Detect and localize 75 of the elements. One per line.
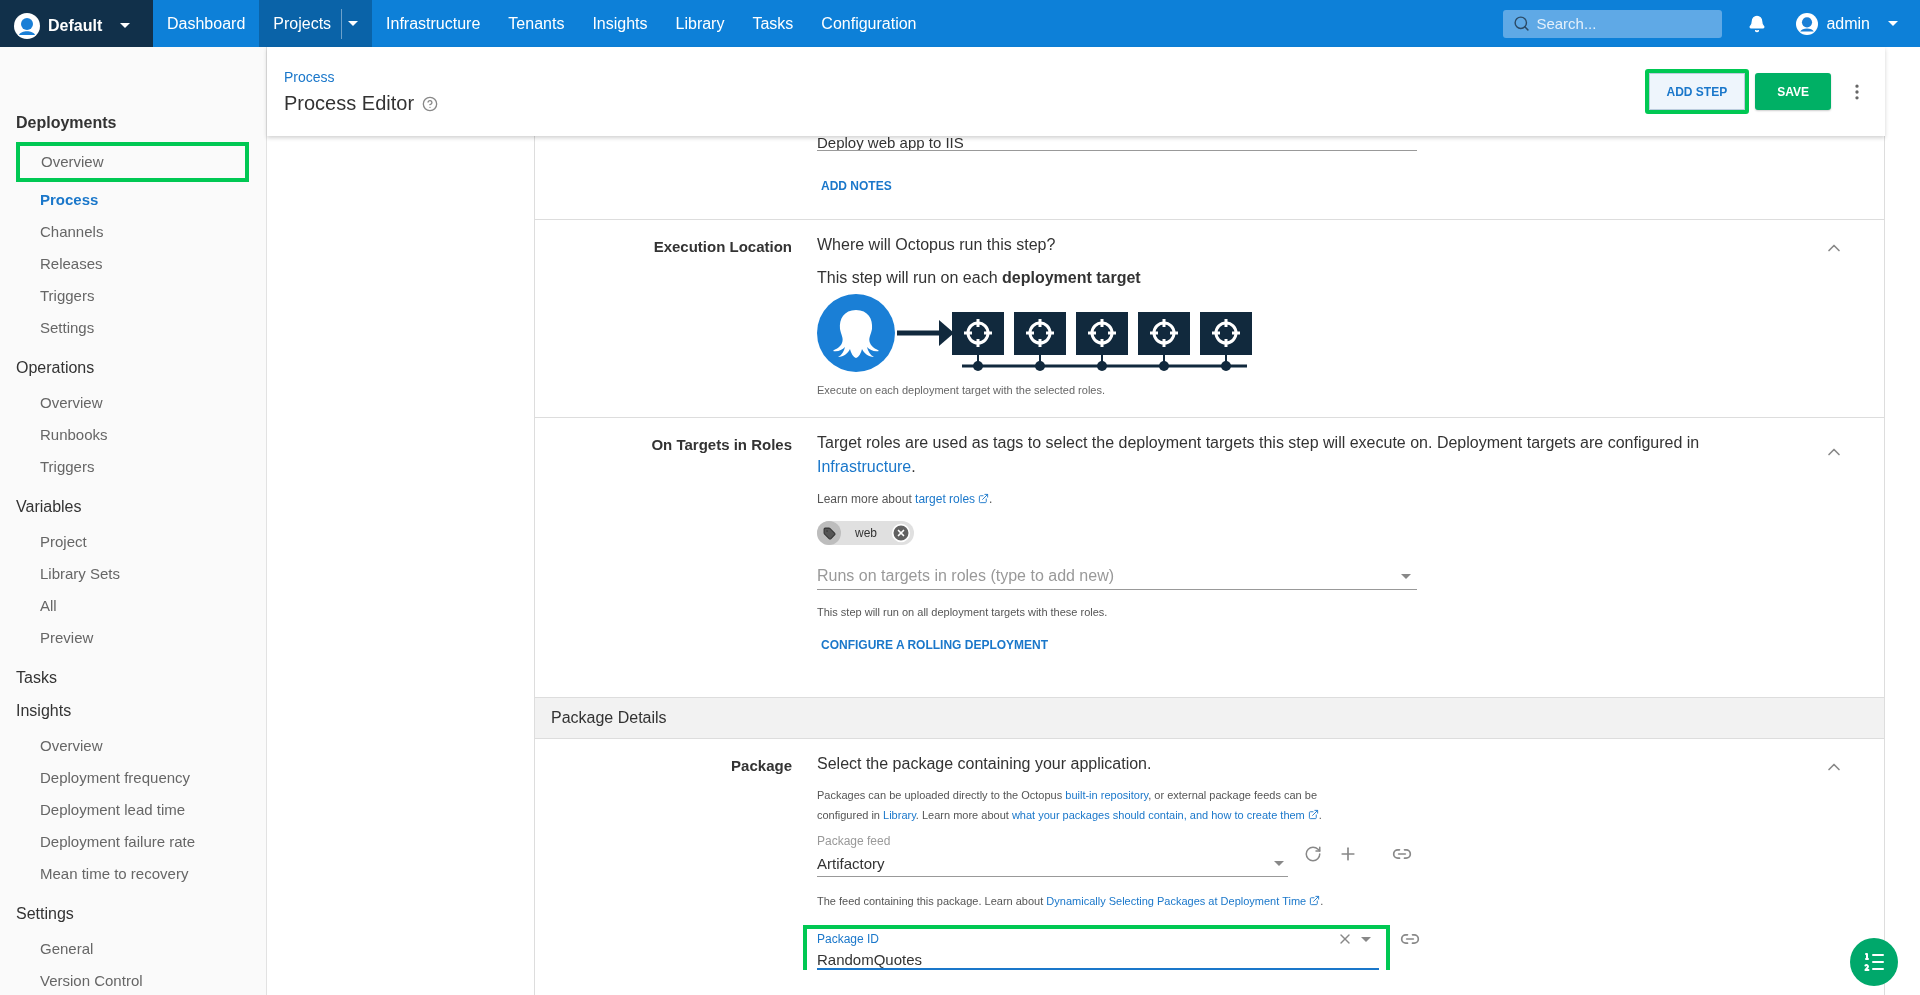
sidebar-item[interactable]: Settings [16, 312, 95, 344]
section-question: Select the package containing your application. [817, 755, 1152, 773]
external-link-icon[interactable] [978, 493, 990, 504]
nav-tab[interactable]: Dashboard [153, 0, 260, 47]
nav-tab[interactable]: Tasks [738, 0, 808, 47]
external-link-icon[interactable] [1309, 895, 1321, 906]
sidebar-item[interactable]: All [16, 590, 57, 622]
link[interactable]: what your packages should contain, and how to create them [1011, 809, 1305, 821]
summary-text: This step will run on each deployment target [817, 268, 1141, 288]
sidebar-item[interactable]: Triggers [16, 280, 95, 312]
nav-tab[interactable]: Library [661, 0, 739, 47]
sidebar-item[interactable]: Overview [16, 387, 103, 419]
section-label: Package [730, 756, 793, 776]
refresh-icon[interactable] [1304, 845, 1322, 863]
section-header: Package Details [535, 698, 1884, 739]
sidebar-item[interactable]: Mean time to recovery [16, 858, 189, 890]
search-icon [1513, 15, 1531, 32]
sidebar-item[interactable]: General [16, 933, 94, 965]
user-avatar-icon [14, 12, 40, 39]
remove-icon[interactable] [891, 523, 911, 543]
sidebar-heading: Insights [16, 702, 73, 720]
nav-tab[interactable]: Insights [578, 0, 662, 47]
rolling-deployment-link[interactable]: CONFIGURE A ROLLING DEPLOYMENT [817, 638, 1053, 652]
sidebar-item[interactable]: Runbooks [16, 419, 108, 451]
notifications-icon[interactable] [1748, 14, 1767, 33]
user-menu[interactable]: admin [1796, 12, 1898, 35]
breadcrumb-link[interactable]: Process [284, 69, 335, 85]
tag-icon [822, 526, 836, 540]
sidebar-item[interactable]: Process [16, 184, 99, 216]
page-title: Process Editor [284, 92, 415, 115]
section-question: Where will Octopus run this step? [817, 236, 1056, 254]
description-text: Target roles are used as tags to select the deployment targets this step will execute on. Deployment targets are configured in Infrastructure. [817, 433, 1701, 477]
link[interactable]: Library [883, 809, 916, 821]
help-text: This step will run on all deployment targets with these roles. [817, 605, 1108, 620]
sidebar-item[interactable]: Library Sets [16, 558, 121, 590]
link[interactable]: Infrastructure [817, 458, 912, 475]
caption-text: Execute on each deployment target with the selected roles. [817, 383, 1105, 398]
nav-tab[interactable]: Tenants [494, 0, 579, 47]
sidebar-item[interactable]: Releases [16, 248, 103, 280]
sidebar-item[interactable]: Overview [16, 730, 103, 762]
role-chip: web [817, 521, 914, 545]
sidebar-heading: Operations [16, 359, 96, 377]
link[interactable]: Dynamically Selecting Packages at Deployment Time [1046, 895, 1307, 907]
sidebar-item[interactable]: Overview [16, 142, 249, 182]
nav-tab[interactable]: Configuration [807, 0, 931, 47]
add-notes-link[interactable]: ADD NOTES [817, 179, 896, 193]
sidebar-item[interactable]: Deployment failure rate [16, 826, 196, 858]
sidebar-item[interactable]: Triggers [16, 451, 95, 483]
nav-tab[interactable]: Projects [259, 0, 373, 47]
action-button[interactable]: ADD STEP [1644, 69, 1750, 114]
user-avatar-icon [1796, 12, 1819, 35]
sidebar-heading: Tasks [16, 669, 58, 687]
sidebar-heading: Deployments [16, 114, 118, 132]
sidebar-heading: Settings [16, 905, 75, 923]
external-link-icon[interactable] [1307, 809, 1319, 820]
package-feed-field[interactable]: Package feed Artifactory [817, 831, 1288, 877]
sidebar-item[interactable]: Deployment frequency [16, 762, 191, 794]
learn-more-text: Learn more about target roles . [817, 491, 993, 508]
step-list-button[interactable] [1850, 938, 1898, 986]
help-text: Packages can be uploaded directly to the Octopus built-in repository, or external package feeds can be configured in Library. Learn more about what your packages should contain, and how to create them . [817, 788, 1323, 823]
numbered-list-icon [1862, 950, 1886, 974]
sidebar-item[interactable]: Preview [16, 622, 94, 654]
sidebar-item[interactable]: Version Control [16, 965, 143, 995]
package-id-field[interactable]: Package ID RandomQuotes [817, 931, 1379, 970]
sidebar-item[interactable]: Project [16, 526, 87, 558]
section-label: On Targets in Roles [650, 435, 793, 455]
roles-field[interactable]: Runs on targets in roles (type to add new) [817, 567, 1417, 590]
sidebar-item[interactable]: Channels [16, 216, 104, 248]
sidebar-heading: Variables [16, 498, 83, 516]
help-icon[interactable] [422, 95, 439, 112]
section-label: Execution Location [652, 237, 793, 257]
help-text: The feed containing this package. Learn about Dynamically Selecting Packages at Deployment Time . [817, 894, 1324, 909]
sidebar-item[interactable]: Deployment lead time [16, 794, 186, 826]
link[interactable]: target roles [915, 492, 976, 506]
nav-tab[interactable]: Infrastructure [372, 0, 495, 47]
